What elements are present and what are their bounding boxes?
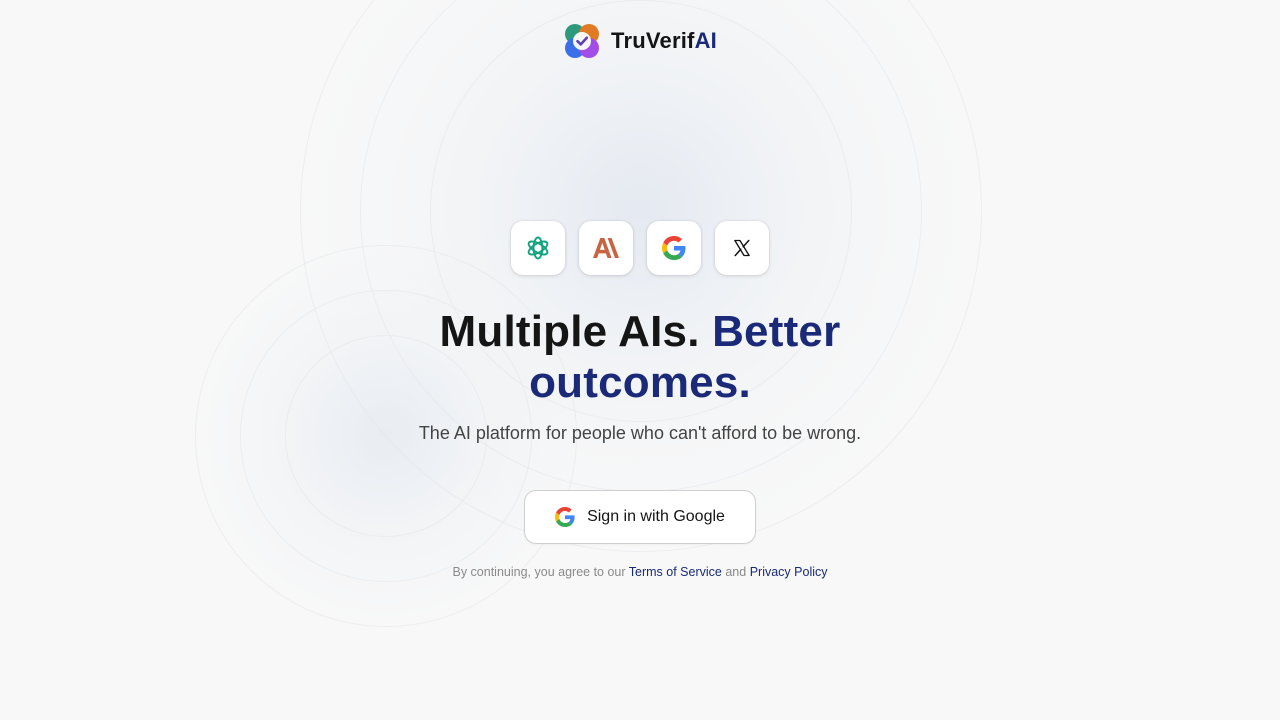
brand-header: TruVerifAI: [0, 22, 1280, 60]
sign-in-with-google-button[interactable]: Sign in with Google: [524, 490, 756, 544]
legal-notice: By continuing, you agree to our Terms of…: [0, 565, 1280, 579]
background-ring: [300, 0, 982, 552]
provider-tile-openai: [511, 221, 565, 275]
provider-tile-anthropic: [579, 221, 633, 275]
provider-icons: [0, 221, 1280, 275]
legal-joiner: and: [725, 565, 747, 579]
terms-of-service-link[interactable]: Terms of Service: [629, 565, 722, 579]
login-page: TruVerifAI Multiple AIs. Better outcomes…: [0, 0, 1280, 720]
hero-headline: Multiple AIs. Better outcomes.: [340, 306, 940, 408]
provider-tile-google: [647, 221, 701, 275]
background-glow: [290, 0, 990, 560]
brand-name-accent: AI: [694, 28, 717, 53]
truverifai-logo-icon: [565, 24, 600, 58]
brand-name-prefix: TruVerif: [611, 28, 695, 53]
sign-in-label: Sign in with Google: [587, 508, 725, 525]
privacy-policy-link[interactable]: Privacy Policy: [750, 565, 828, 579]
google-icon: [662, 236, 686, 260]
openai-icon: [527, 236, 549, 260]
anthropic-icon: [593, 238, 619, 258]
brand-name: TruVerifAI: [611, 28, 717, 54]
google-icon: [555, 507, 575, 527]
hero-subtitle: The AI platform for people who can't aff…: [418, 423, 862, 443]
headline-plain: Multiple AIs.: [439, 307, 700, 356]
x-icon: [734, 239, 750, 257]
provider-tile-x: [715, 221, 769, 275]
legal-prefix: By continuing, you agree to our: [452, 565, 626, 579]
